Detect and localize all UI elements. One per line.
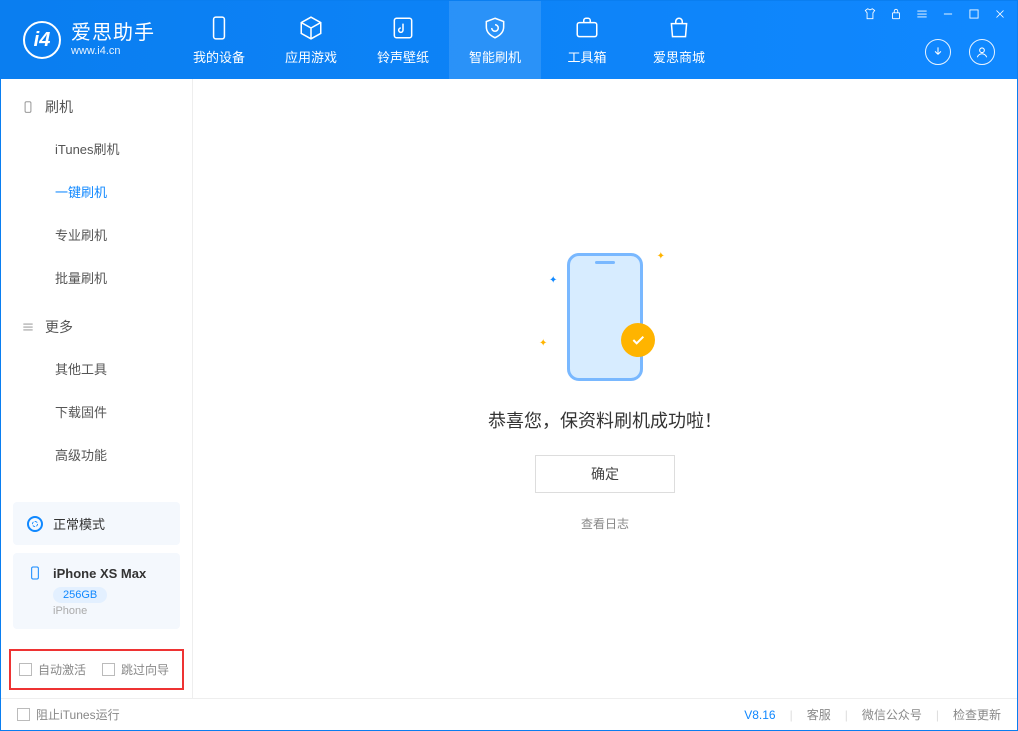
sidebar-spacer <box>1 476 192 494</box>
refresh-shield-icon <box>482 15 508 41</box>
logo: i4 爱思助手 www.i4.cn <box>1 21 173 59</box>
close-icon[interactable] <box>993 7 1007 21</box>
shopping-bag-icon <box>666 15 692 41</box>
success-illustration: ✦ ✦ ✦ <box>545 245 665 385</box>
nav-apps-games[interactable]: 应用游戏 <box>265 1 357 79</box>
logo-text: 爱思助手 www.i4.cn <box>71 22 155 58</box>
nav-label: 爱思商城 <box>653 47 705 66</box>
logo-icon: i4 <box>23 21 61 59</box>
sidebar-item-download-firmware[interactable]: 下载固件 <box>1 390 192 433</box>
mode-dot-icon <box>27 516 43 532</box>
top-nav: 我的设备 应用游戏 铃声壁纸 智能刷机 工具箱 爱思商城 <box>173 1 725 79</box>
group-title: 刷机 <box>45 97 73 117</box>
cube-icon <box>298 15 324 41</box>
checkbox-icon <box>102 663 115 676</box>
device-phone-icon <box>27 565 43 581</box>
phone-outline-icon <box>21 100 35 114</box>
checkbox-icon <box>19 663 32 676</box>
success-message: 恭喜您，保资料刷机成功啦！ <box>488 407 722 433</box>
auto-activate-checkbox[interactable]: 自动激活 <box>19 661 86 678</box>
footer-link-wechat[interactable]: 微信公众号 <box>862 706 922 723</box>
minimize-icon[interactable] <box>941 7 955 21</box>
ok-button[interactable]: 确定 <box>535 455 675 493</box>
nav-smart-flash[interactable]: 智能刷机 <box>449 1 541 79</box>
separator: | <box>790 708 793 722</box>
separator: | <box>936 708 939 722</box>
nav-label: 我的设备 <box>193 47 245 66</box>
phone-illustration-icon <box>567 253 643 381</box>
nav-toolbox[interactable]: 工具箱 <box>541 1 633 79</box>
menu-icon[interactable] <box>915 7 929 21</box>
sparkle-icon: ✦ <box>657 251 665 262</box>
auto-activate-label: 自动激活 <box>38 661 86 678</box>
main-content: ✦ ✦ ✦ 恭喜您，保资料刷机成功啦！ 确定 查看日志 <box>193 79 1017 698</box>
maximize-icon[interactable] <box>967 7 981 21</box>
device-type: iPhone <box>53 605 166 617</box>
block-itunes-checkbox[interactable]: 阻止iTunes运行 <box>17 706 120 723</box>
skip-guide-label: 跳过向导 <box>121 661 169 678</box>
mode-status[interactable]: 正常模式 <box>13 502 180 545</box>
nav-label: 铃声壁纸 <box>377 47 429 66</box>
list-icon <box>21 320 35 334</box>
device-row: iPhone XS Max <box>27 565 166 581</box>
sidebar-item-oneclick-flash[interactable]: 一键刷机 <box>1 170 192 213</box>
app-title: 爱思助手 <box>71 22 155 45</box>
sidebar-item-batch-flash[interactable]: 批量刷机 <box>1 256 192 299</box>
tshirt-icon[interactable] <box>863 7 877 21</box>
checkbox-icon <box>17 708 30 721</box>
music-note-icon <box>390 15 416 41</box>
sparkle-icon: ✦ <box>539 338 547 349</box>
sidebar-item-itunes-flash[interactable]: iTunes刷机 <box>1 127 192 170</box>
download-icon[interactable] <box>925 39 951 65</box>
separator: | <box>845 708 848 722</box>
window-controls <box>863 7 1007 21</box>
sidebar-item-other-tools[interactable]: 其他工具 <box>1 347 192 390</box>
sidebar-flash-items: iTunes刷机 一键刷机 专业刷机 批量刷机 <box>1 127 192 299</box>
briefcase-icon <box>574 15 600 41</box>
sidebar-more-items: 其他工具 下载固件 高级功能 <box>1 347 192 476</box>
group-title: 更多 <box>45 317 73 337</box>
nav-label: 智能刷机 <box>469 47 521 66</box>
version-label: V8.16 <box>744 708 775 722</box>
block-itunes-label: 阻止iTunes运行 <box>36 706 120 723</box>
lock-icon[interactable] <box>889 7 903 21</box>
footer-link-update[interactable]: 检查更新 <box>953 706 1001 723</box>
nav-my-device[interactable]: 我的设备 <box>173 1 265 79</box>
sparkle-icon: ✦ <box>549 275 557 286</box>
mode-label: 正常模式 <box>53 514 105 533</box>
view-log-link[interactable]: 查看日志 <box>581 515 629 532</box>
user-icon[interactable] <box>969 39 995 65</box>
app-subtitle: www.i4.cn <box>71 45 155 58</box>
sidebar: 刷机 iTunes刷机 一键刷机 专业刷机 批量刷机 更多 其他工具 下载固件 … <box>1 79 193 698</box>
sidebar-item-pro-flash[interactable]: 专业刷机 <box>1 213 192 256</box>
skip-guide-checkbox[interactable]: 跳过向导 <box>102 661 169 678</box>
nav-ringtone-wallpaper[interactable]: 铃声壁纸 <box>357 1 449 79</box>
device-info[interactable]: iPhone XS Max 256GB iPhone <box>13 553 180 629</box>
header-actions <box>925 39 995 65</box>
phone-icon <box>206 15 232 41</box>
nav-store[interactable]: 爱思商城 <box>633 1 725 79</box>
header: i4 爱思助手 www.i4.cn 我的设备 应用游戏 铃声壁纸 智能刷机 <box>1 1 1017 79</box>
nav-label: 应用游戏 <box>285 47 337 66</box>
footer: 阻止iTunes运行 V8.16 | 客服 | 微信公众号 | 检查更新 <box>1 698 1017 730</box>
highlighted-options: 自动激活 跳过向导 <box>9 649 184 690</box>
device-capacity: 256GB <box>53 587 107 603</box>
sidebar-group-flash: 刷机 <box>1 79 192 127</box>
check-badge-icon <box>621 323 655 357</box>
footer-right: V8.16 | 客服 | 微信公众号 | 检查更新 <box>744 706 1001 723</box>
sidebar-group-more: 更多 <box>1 299 192 347</box>
device-name: iPhone XS Max <box>53 566 146 581</box>
footer-link-support[interactable]: 客服 <box>807 706 831 723</box>
body: 刷机 iTunes刷机 一键刷机 专业刷机 批量刷机 更多 其他工具 下载固件 … <box>1 79 1017 698</box>
app-window: i4 爱思助手 www.i4.cn 我的设备 应用游戏 铃声壁纸 智能刷机 <box>0 0 1018 731</box>
sidebar-item-advanced[interactable]: 高级功能 <box>1 433 192 476</box>
nav-label: 工具箱 <box>567 47 606 66</box>
